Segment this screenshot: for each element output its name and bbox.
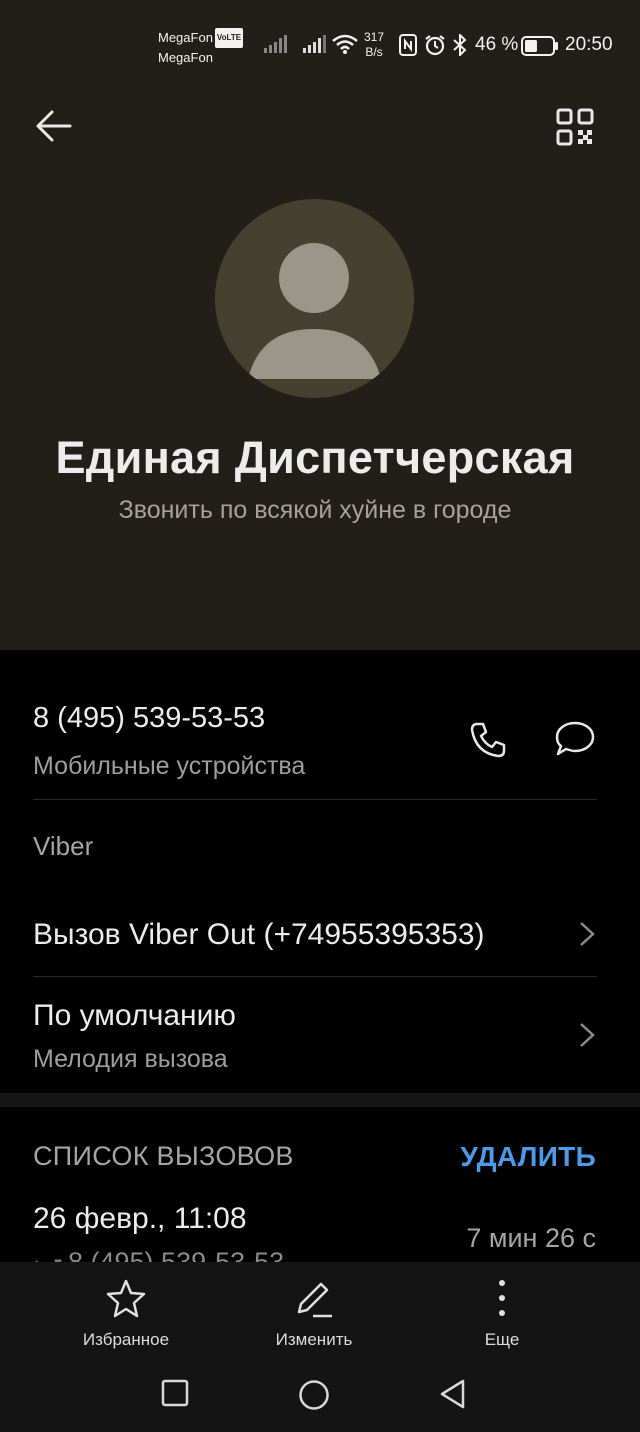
call-log-section: СПИСОК ВЫЗОВОВ УДАЛИТЬ 26 февр., 11:08 7… <box>0 1107 640 1262</box>
contact-header: MegaFon VoLTE MegaFon 317 B/s 46 % 20:50… <box>0 0 640 650</box>
more-button[interactable]: Еще <box>422 1278 582 1350</box>
battery-icon <box>521 36 558 56</box>
section-separator <box>0 1093 640 1107</box>
back-arrow-icon[interactable] <box>34 106 74 146</box>
message-icon[interactable] <box>554 718 596 760</box>
contact-avatar[interactable] <box>215 199 414 398</box>
home-circle-icon[interactable] <box>298 1379 330 1411</box>
alarm-icon <box>425 35 445 56</box>
status-bar: MegaFon VoLTE MegaFon 317 B/s 46 % 20:50 <box>0 0 640 92</box>
person-silhouette-icon <box>248 243 381 379</box>
viber-section-header: Viber <box>33 831 94 861</box>
more-label: Еще <box>484 1330 520 1349</box>
star-icon <box>106 1279 146 1318</box>
phone-type: Мобильные устройства <box>33 752 306 780</box>
recents-square-icon[interactable] <box>160 1378 190 1408</box>
call-log-number-text: 8 (495) 539-53-53 <box>68 1247 285 1262</box>
network-speed: 317 B/s <box>364 30 384 60</box>
favorites-button[interactable]: Избранное <box>46 1278 206 1350</box>
edit-button[interactable]: Изменить <box>234 1278 394 1350</box>
bluetooth-icon <box>453 34 467 56</box>
speed-value: 317 <box>364 30 385 44</box>
delete-call-log-button[interactable]: УДАЛИТЬ <box>460 1141 596 1173</box>
ringtone-value[interactable]: По умолчанию <box>33 999 236 1033</box>
pencil-icon <box>297 1282 332 1318</box>
phone-icon[interactable] <box>468 720 508 760</box>
call-log-title: СПИСОК ВЫЗОВОВ <box>33 1141 294 1171</box>
contact-note: Звонить по всякой хуйне в городе <box>118 496 512 524</box>
call-log-duration: 7 мин 26 с <box>466 1223 596 1253</box>
edit-label: Изменить <box>275 1330 353 1349</box>
contact-name: Единая Диспетчерская <box>55 432 575 483</box>
volte-badge: VoLTE <box>214 28 244 48</box>
more-vertical-icon <box>499 1280 505 1316</box>
qr-code-icon[interactable] <box>556 108 594 146</box>
wifi-icon <box>332 34 358 54</box>
chevron-right-icon[interactable] <box>578 921 596 947</box>
divider <box>33 799 597 800</box>
carrier-info: MegaFon VoLTE MegaFon <box>158 28 244 68</box>
battery-percent: 46 % <box>475 34 519 55</box>
viber-out-call[interactable]: Вызов Viber Out (+74955395353) <box>33 918 485 952</box>
phone-number[interactable]: 8 (495) 539-53-53 <box>33 702 265 735</box>
ringtone-label: Мелодия вызова <box>33 1045 228 1073</box>
clock: 20:50 <box>565 34 613 55</box>
divider <box>33 976 597 977</box>
signal-2-icon <box>303 35 326 53</box>
call-log-number: ↘ ▮ 8 (495) 539-53-53 <box>33 1247 284 1262</box>
chevron-right-icon[interactable] <box>578 1022 596 1048</box>
back-triangle-icon[interactable] <box>438 1378 468 1410</box>
signal-1-icon <box>264 35 287 53</box>
speed-unit: B/s <box>365 45 383 59</box>
nfc-icon <box>399 34 417 56</box>
carrier-1-name: MegaFon <box>158 30 213 45</box>
call-log-date[interactable]: 26 февр., 11:08 <box>33 1202 247 1236</box>
carrier-2-name: MegaFon <box>158 50 213 65</box>
favorites-label: Избранное <box>82 1330 170 1349</box>
